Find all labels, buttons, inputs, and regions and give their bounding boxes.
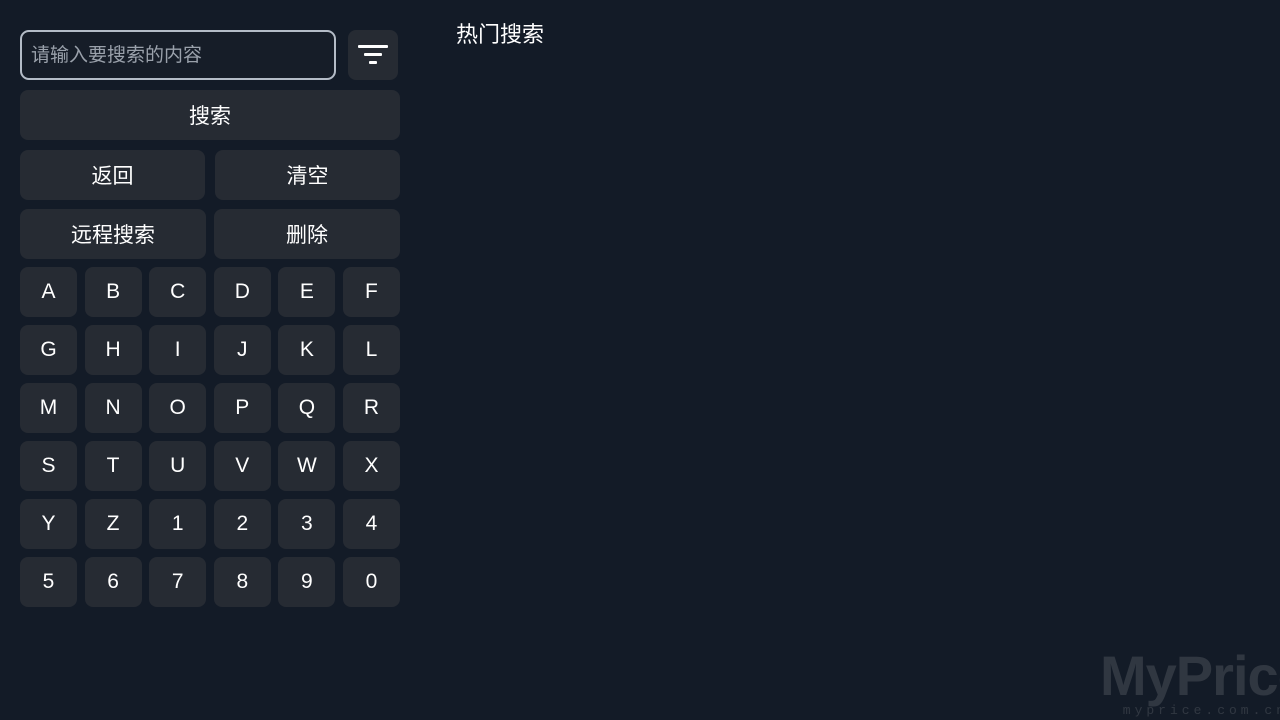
key-c[interactable]: C (149, 267, 207, 317)
watermark-url: myprice.com.cn (1122, 703, 1280, 718)
watermark-logo: MyPrice (1100, 644, 1280, 707)
search-button[interactable]: 搜索 (20, 90, 400, 140)
back-button[interactable]: 返回 (20, 150, 205, 200)
key-r[interactable]: R (342, 383, 400, 433)
delete-button[interactable]: 删除 (214, 209, 400, 259)
key-6[interactable]: 6 (84, 557, 142, 607)
key-b[interactable]: B (84, 267, 142, 317)
search-input[interactable] (20, 30, 336, 80)
filter-button[interactable] (348, 30, 398, 80)
key-t[interactable]: T (84, 441, 142, 491)
key-q[interactable]: Q (278, 383, 336, 433)
key-z[interactable]: Z (84, 499, 142, 549)
keyboard: A B C D E F G H I J K L M N O P Q R S T … (20, 267, 400, 607)
key-i[interactable]: I (149, 325, 207, 375)
key-m[interactable]: M (20, 383, 77, 433)
key-h[interactable]: H (84, 325, 142, 375)
key-7[interactable]: 7 (149, 557, 207, 607)
watermark: MyPrice myprice.com.cn (1100, 648, 1280, 720)
key-2[interactable]: 2 (213, 499, 271, 549)
key-u[interactable]: U (149, 441, 207, 491)
search-button-label: 搜索 (189, 104, 231, 128)
key-5[interactable]: 5 (20, 557, 77, 607)
key-a[interactable]: A (20, 267, 77, 317)
key-v[interactable]: V (213, 441, 271, 491)
clear-button-label: 清空 (286, 164, 329, 188)
key-e[interactable]: E (278, 267, 336, 317)
key-y[interactable]: Y (20, 499, 77, 549)
remote-search-button[interactable]: 远程搜索 (20, 209, 206, 259)
key-k[interactable]: K (278, 325, 336, 375)
key-3[interactable]: 3 (278, 499, 336, 549)
key-4[interactable]: 4 (342, 499, 400, 549)
key-w[interactable]: W (278, 441, 336, 491)
key-x[interactable]: X (342, 441, 400, 491)
clear-button[interactable]: 清空 (215, 150, 400, 200)
key-0[interactable]: 0 (342, 557, 400, 607)
filter-icon (358, 45, 388, 64)
key-d[interactable]: D (213, 267, 271, 317)
delete-button-label: 删除 (286, 223, 328, 247)
key-o[interactable]: O (149, 383, 207, 433)
key-l[interactable]: L (342, 325, 400, 375)
key-s[interactable]: S (20, 441, 77, 491)
key-1[interactable]: 1 (149, 499, 207, 549)
key-g[interactable]: G (20, 325, 77, 375)
key-8[interactable]: 8 (213, 557, 271, 607)
back-button-label: 返回 (91, 164, 134, 188)
remote-search-button-label: 远程搜索 (71, 223, 155, 247)
key-j[interactable]: J (213, 325, 271, 375)
key-n[interactable]: N (84, 383, 142, 433)
key-f[interactable]: F (342, 267, 400, 317)
hot-search-title: 热门搜索 (456, 23, 545, 48)
key-p[interactable]: P (213, 383, 271, 433)
key-9[interactable]: 9 (278, 557, 336, 607)
